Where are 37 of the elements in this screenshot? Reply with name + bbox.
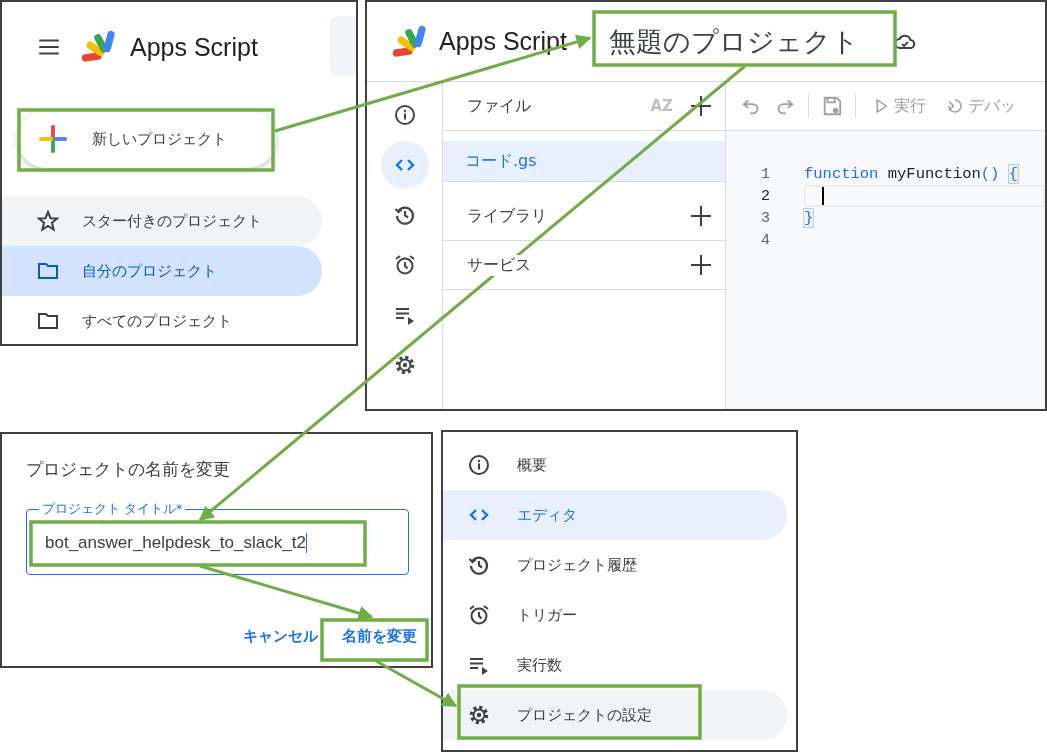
menu-item[interactable]: プロジェクト履歴 [443,540,787,590]
menu-item[interactable]: プロジェクトの設定 [443,690,787,740]
line-number: 1 [760,165,770,183]
add-icon[interactable] [689,204,713,228]
star-icon [36,209,60,233]
debug-icon [946,97,964,115]
add-icon[interactable] [689,94,713,118]
menu-item[interactable]: 概要 [443,440,787,490]
project-title[interactable]: 無題のプロジェクト [608,23,859,60]
alarm-clock-icon [467,603,491,627]
nav-item[interactable]: スター付きのプロジェクト [2,196,322,246]
save-icon[interactable] [821,95,843,117]
rename-button[interactable]: 名前を変更 [342,627,417,646]
cancel-button[interactable]: キャンセル [243,627,318,646]
rail-button[interactable] [380,141,429,189]
nav-item[interactable]: 自分のプロジェクト [2,246,322,296]
add-icon[interactable] [689,253,713,277]
settings-icon [467,703,491,727]
line-number: 4 [760,231,770,249]
nav-item[interactable]: すべてのプロジェクト [2,296,322,344]
dialog-title: プロジェクトの名前を変更 [26,458,231,481]
plus-icon [38,124,68,154]
info-icon [467,453,491,477]
line-number: 3 [760,209,770,227]
app-name: Apps Script [130,32,258,62]
field-label: プロジェクト タイトル* [41,501,184,517]
project-title-field[interactable]: プロジェクト タイトル* bot_answer_helpdesk_to_slack_t2 [26,501,409,575]
code-line: function myFunction() { [804,165,1018,183]
text-cursor [822,187,824,205]
info-icon [392,103,417,127]
menu-item[interactable]: エディタ [443,490,787,540]
menu-item[interactable]: トリガー [443,590,787,640]
line-number: 2 [760,187,770,205]
new-project-button[interactable]: 新しいプロジェクト [18,110,276,168]
file-item[interactable]: コード.gs [443,141,725,182]
code-editor[interactable]: 1 function myFunction() { 2 3 } 4 [726,131,1045,409]
menu-item[interactable]: 実行数 [443,640,787,690]
